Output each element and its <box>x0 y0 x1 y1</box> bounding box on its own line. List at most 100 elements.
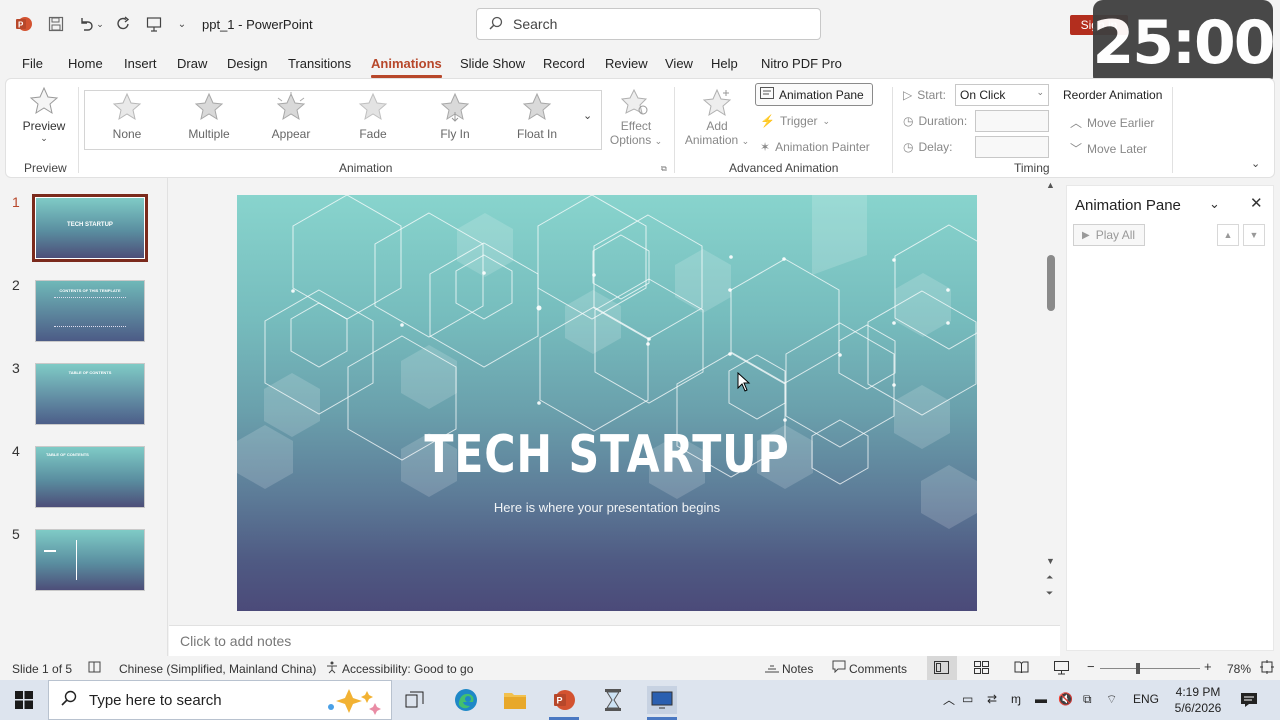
animation-painter-button[interactable]: ✶ Animation Painter <box>760 140 870 154</box>
move-down-icon[interactable]: ▼ <box>1243 224 1265 246</box>
file-explorer-icon[interactable] <box>500 686 530 714</box>
tab-view[interactable]: View <box>665 56 693 71</box>
slide-thumbnail-5[interactable] <box>35 529 145 591</box>
collapse-ribbon-icon[interactable]: ⌄ <box>1251 157 1260 170</box>
taskbar-search[interactable]: Type here to search <box>48 680 392 720</box>
close-icon[interactable]: ✕ <box>1250 194 1263 212</box>
delay-spinner[interactable] <box>975 136 1049 158</box>
tray-device-icon[interactable]: ⧉ <box>1083 692 1092 707</box>
task-view-icon[interactable] <box>400 686 430 714</box>
slide-thumbnail-1[interactable]: TECH STARTUP <box>32 194 148 262</box>
tab-animations[interactable]: Animations <box>371 56 442 78</box>
tab-review[interactable]: Review <box>605 56 648 71</box>
fit-slide-icon[interactable] <box>1260 660 1274 677</box>
tab-draw[interactable]: Draw <box>177 56 207 71</box>
tray-overflow-icon[interactable]: ︿ <box>943 691 955 708</box>
dialog-launcher-icon[interactable]: ⧉ <box>661 164 667 174</box>
zoom-level[interactable]: 78% <box>1227 662 1251 676</box>
move-later-button[interactable]: ﹀ Move Later <box>1070 140 1147 157</box>
scroll-up-icon[interactable]: ▲ <box>1046 180 1055 190</box>
animation-appear[interactable]: Appear <box>256 91 326 141</box>
tab-file[interactable]: File <box>22 56 43 71</box>
animation-fly-in[interactable]: Fly In <box>420 91 490 141</box>
tab-design[interactable]: Design <box>227 56 267 71</box>
move-up-icon[interactable]: ▲ <box>1217 224 1239 246</box>
move-earlier-button[interactable]: ︿ Move Earlier <box>1070 114 1154 131</box>
chart-tray-icon[interactable]: ɱ <box>1011 692 1021 706</box>
tab-nitro-pdf-pro[interactable]: Nitro PDF Pro <box>761 56 842 71</box>
spelling-check-icon[interactable] <box>88 660 102 677</box>
language-indicator[interactable]: Chinese (Simplified, Mainland China) <box>119 662 316 676</box>
scroll-down-icon[interactable]: ▼ <box>1046 556 1055 566</box>
animation-fade[interactable]: Fade <box>338 91 408 141</box>
notification-center-icon[interactable] <box>1234 686 1264 714</box>
hourglass-app-icon[interactable] <box>598 686 628 714</box>
tab-insert[interactable]: Insert <box>124 56 157 71</box>
painter-icon: ✶ <box>760 140 771 154</box>
start-select[interactable]: On Click ⌄ <box>955 84 1049 106</box>
tab-slide-show[interactable]: Slide Show <box>460 56 525 71</box>
customize-qat-icon[interactable]: ⌄ <box>172 14 192 34</box>
network-sync-icon[interactable]: ⇄ <box>987 692 997 706</box>
preview-label: Preview <box>22 119 66 133</box>
edge-browser-icon[interactable] <box>451 686 481 714</box>
next-slide-icon[interactable]: ⏷ <box>1046 588 1053 599</box>
accessibility-status[interactable]: Accessibility: Good to go <box>342 662 473 676</box>
notes-pane[interactable]: Click to add notes <box>169 625 1060 656</box>
slide-title[interactable]: TECH STARTUP <box>304 425 911 485</box>
effect-options-button[interactable]: Effect Options ⌄ <box>608 87 664 147</box>
tab-record[interactable]: Record <box>543 56 585 71</box>
powerpoint-taskbar-icon[interactable]: P <box>549 686 579 714</box>
previous-slide-icon[interactable]: ⏶ <box>1046 572 1053 583</box>
language-indicator-taskbar[interactable]: ENG <box>1133 692 1159 706</box>
preview-button[interactable]: Preview ⌄ <box>16 85 72 144</box>
undo-icon[interactable] <box>76 14 96 34</box>
tray-app-icon[interactable]: ▭ <box>962 692 973 706</box>
slide-subtitle[interactable]: Here is where your presentation begins <box>237 500 977 515</box>
slide-thumbnail-4[interactable]: TABLE OF CONTENTS <box>35 446 145 508</box>
gallery-more-icon[interactable]: ⌄ <box>583 109 592 122</box>
reading-view-icon[interactable] <box>1014 661 1029 677</box>
windows-taskbar: Type here to search P ︿ ▭ ⇄ ɱ ▬ 🔇 ⧉ ⌔ EN… <box>0 680 1280 720</box>
zoom-slider-thumb[interactable] <box>1136 663 1140 674</box>
zoom-slider[interactable] <box>1100 668 1200 669</box>
play-all-button[interactable]: ▶ Play All <box>1073 224 1145 246</box>
animation-none[interactable]: None <box>92 91 162 141</box>
tab-home[interactable]: Home <box>68 56 103 71</box>
battery-icon[interactable]: ▬ <box>1035 692 1047 706</box>
clock[interactable]: 4:19 PM 5/6/2026 <box>1170 684 1226 716</box>
search-box[interactable]: Search <box>476 8 821 40</box>
slide-sorter-icon[interactable] <box>974 661 989 677</box>
animation-float-in[interactable]: Float In <box>502 91 572 141</box>
zoom-out-icon[interactable]: − <box>1087 659 1095 674</box>
screen-app-icon[interactable] <box>647 686 677 714</box>
comments-button[interactable]: Comments <box>849 662 907 676</box>
windows-start-icon[interactable] <box>9 686 39 714</box>
animation-multiple[interactable]: Multiple <box>174 91 244 141</box>
undo-dropdown-icon[interactable]: ⌄ <box>94 14 106 34</box>
slide-thumbnail-3[interactable]: TABLE OF CONTENTS <box>35 363 145 425</box>
redo-icon[interactable] <box>114 14 134 34</box>
wifi-icon[interactable]: ⌔ <box>1106 692 1117 707</box>
present-from-start-icon[interactable] <box>144 14 164 34</box>
slideshow-icon[interactable] <box>1054 661 1069 678</box>
duration-spinner[interactable] <box>975 110 1049 132</box>
volume-muted-icon[interactable]: 🔇 <box>1058 692 1073 706</box>
vertical-scrollbar[interactable]: ▲ ▼ ⏶ ⏷ <box>1043 180 1059 605</box>
slide-thumbnail-2[interactable]: CONTENTS OF THIS TEMPLATE <box>35 280 145 342</box>
notes-button[interactable]: Notes <box>782 662 813 676</box>
save-icon[interactable] <box>46 14 66 34</box>
zoom-in-icon[interactable]: + <box>1204 659 1212 674</box>
animation-pane-title: Animation Pane <box>1075 197 1181 214</box>
star-burst-icon <box>274 91 308 123</box>
add-animation-button[interactable]: Add Animation ⌄ <box>682 87 752 147</box>
trigger-button[interactable]: ⚡ Trigger ⌄ <box>760 114 830 128</box>
normal-view-icon <box>934 661 949 677</box>
scroll-thumb[interactable] <box>1047 255 1055 311</box>
pane-options-chevron-icon[interactable]: ⌄ <box>1209 196 1220 212</box>
slide-canvas[interactable]: TECH STARTUP Here is where your presenta… <box>237 195 977 611</box>
animation-pane-button[interactable]: Animation Pane <box>755 83 873 106</box>
tab-help[interactable]: Help <box>711 56 738 71</box>
tab-transitions[interactable]: Transitions <box>288 56 351 71</box>
start-label: ▷ Start: <box>903 88 946 102</box>
